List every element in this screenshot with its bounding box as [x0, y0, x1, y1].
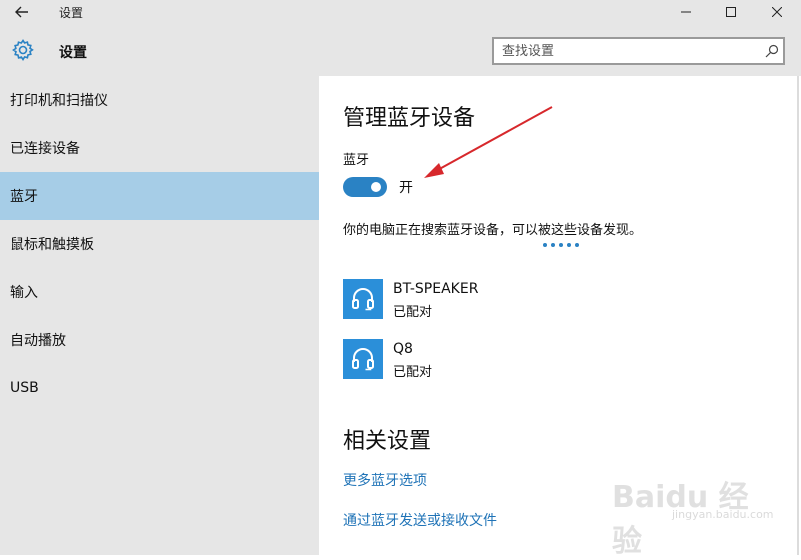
- sidebar-item-label: 鼠标和触摸板: [10, 237, 94, 253]
- close-icon: [771, 7, 782, 17]
- device-item-q8[interactable]: Q8 已配对: [343, 339, 643, 383]
- section-title-manage-bluetooth: 管理蓝牙设备: [343, 106, 476, 131]
- device-name: BT-SPEAKER: [393, 281, 479, 297]
- sidebar-item-typing[interactable]: 输入: [0, 268, 319, 316]
- maximize-button[interactable]: [708, 0, 753, 24]
- progress-dot: [543, 243, 547, 247]
- toggle-state-label: 开: [399, 180, 413, 196]
- close-button[interactable]: [754, 0, 799, 24]
- sidebar-item-mouse-touchpad[interactable]: 鼠标和触摸板: [0, 220, 319, 268]
- device-name: Q8: [393, 341, 413, 357]
- sidebar-item-label: 打印机和扫描仪: [10, 93, 108, 109]
- window-title: 设置: [59, 6, 84, 20]
- device-status: 已配对: [393, 305, 433, 320]
- baidu-watermark: Baidu 经验 jingyan.baidu.com: [612, 472, 774, 559]
- discovery-status-text: 你的电脑正在搜索蓝牙设备，可以被这些设备发现。: [343, 223, 643, 238]
- watermark-url: jingyan.baidu.com: [672, 508, 774, 521]
- search-icon[interactable]: [761, 40, 783, 62]
- back-button[interactable]: [10, 2, 34, 22]
- search-box[interactable]: [492, 37, 785, 65]
- back-arrow-icon: [15, 6, 28, 18]
- title-bar: 设置: [0, 0, 801, 24]
- window-edge: [797, 76, 799, 555]
- headphones-icon: [343, 279, 383, 319]
- sidebar-item-bluetooth[interactable]: 蓝牙: [0, 172, 319, 220]
- progress-dot: [551, 243, 555, 247]
- device-item-bt-speaker[interactable]: BT-SPEAKER 已配对: [343, 279, 643, 323]
- maximize-icon: [725, 7, 736, 17]
- sidebar-item-printers[interactable]: 打印机和扫描仪: [0, 76, 319, 124]
- headphones-icon: [343, 339, 383, 379]
- page-title: 设置: [59, 45, 87, 61]
- device-status: 已配对: [393, 365, 433, 380]
- bluetooth-toggle-label: 蓝牙: [343, 153, 370, 168]
- progress-dot: [559, 243, 563, 247]
- bluetooth-toggle[interactable]: [343, 177, 387, 197]
- sidebar-item-label: 自动播放: [10, 333, 66, 349]
- sidebar-item-usb[interactable]: USB: [0, 364, 319, 412]
- section-title-related-settings: 相关设置: [343, 429, 432, 454]
- toggle-knob: [371, 182, 381, 192]
- link-send-receive-files[interactable]: 通过蓝牙发送或接收文件: [343, 510, 497, 530]
- minimize-button[interactable]: [663, 0, 708, 24]
- search-input[interactable]: [494, 43, 761, 59]
- sidebar-item-label: 蓝牙: [10, 189, 38, 205]
- gear-icon: [12, 39, 34, 61]
- sidebar-item-label: USB: [10, 380, 39, 396]
- settings-header: 设置: [0, 24, 801, 76]
- link-more-bluetooth-options[interactable]: 更多蓝牙选项: [343, 470, 427, 490]
- sidebar-item-autoplay[interactable]: 自动播放: [0, 316, 319, 364]
- sidebar: 打印机和扫描仪 已连接设备 蓝牙 鼠标和触摸板 输入 自动播放 USB: [0, 76, 319, 555]
- progress-dot: [567, 243, 571, 247]
- sidebar-item-label: 已连接设备: [10, 141, 80, 157]
- sidebar-item-label: 输入: [10, 285, 38, 301]
- progress-dot: [575, 243, 579, 247]
- sidebar-item-connected-devices[interactable]: 已连接设备: [0, 124, 319, 172]
- minimize-icon: [680, 11, 691, 13]
- searching-progress-dots: [543, 243, 579, 247]
